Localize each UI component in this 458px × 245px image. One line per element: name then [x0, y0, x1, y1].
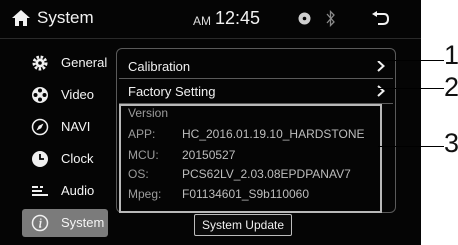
sidebar-item-label: Clock [61, 151, 94, 166]
sidebar-item-label: Video [61, 87, 95, 102]
factory-setting-row[interactable]: Factory Setting [119, 79, 393, 103]
sidebar-item-clock[interactable]: Clock [22, 145, 108, 173]
sidebar-item-label: General [61, 55, 108, 70]
callout-line-2 [378, 88, 444, 89]
version-value-mcu: 20150527 [182, 148, 236, 162]
equalizer-icon [32, 186, 48, 196]
version-value-os: PCS62LV_2.03.08EPDPANAV7 [182, 167, 351, 181]
compass-icon [31, 118, 49, 136]
chevron-right-icon [377, 60, 385, 72]
callout-number-2: 2 [444, 72, 458, 102]
version-key-app: APP: [128, 127, 156, 141]
head-unit-screen: System AM 12:45 General Video NAVI Clock… [0, 0, 421, 245]
row-label: Factory Setting [128, 84, 216, 99]
top-bar: System AM 12:45 [0, 0, 421, 39]
sidebar-item-label: NAVI [61, 119, 91, 134]
back-icon[interactable] [371, 11, 389, 26]
sidebar-item-system[interactable]: System [22, 209, 108, 237]
gear-icon [32, 55, 48, 71]
sidebar-item-general[interactable]: General [22, 49, 108, 77]
chevron-right-icon [377, 85, 385, 97]
callout-line-3 [378, 146, 444, 147]
system-update-button[interactable]: System Update [194, 214, 292, 236]
info-icon [31, 214, 49, 232]
version-key-mcu: MCU: [128, 148, 159, 162]
version-value-mpeg: F01134601_S9b110060 [182, 187, 310, 201]
callout-number-1: 1 [444, 40, 458, 70]
callout-line-1 [378, 60, 444, 61]
sidebar-item-audio[interactable]: Audio [22, 177, 108, 205]
sidebar-item-label: Audio [61, 183, 95, 198]
version-title: Version [128, 106, 169, 120]
sidebar-item-navi[interactable]: NAVI [22, 113, 108, 141]
film-reel-icon [32, 87, 48, 103]
home-icon[interactable] [11, 9, 31, 27]
row-label: Calibration [128, 59, 191, 74]
page-title: System [37, 8, 94, 27]
version-value-app: HC_2016.01.19.10_HARDSTONE [182, 127, 365, 141]
version-key-mpeg: Mpeg: [128, 187, 162, 201]
disc-icon [298, 12, 311, 25]
clock-time: 12:45 [215, 8, 261, 28]
bluetooth-icon [326, 10, 335, 27]
callout-number-3: 3 [444, 128, 458, 158]
clock-icon [32, 151, 48, 167]
sidebar-item-video[interactable]: Video [22, 81, 108, 109]
sidebar-item-label: System [61, 215, 105, 230]
am-pm-indicator: AM [193, 14, 211, 28]
calibration-row[interactable]: Calibration [119, 54, 393, 78]
version-key-os: OS: [128, 167, 149, 181]
